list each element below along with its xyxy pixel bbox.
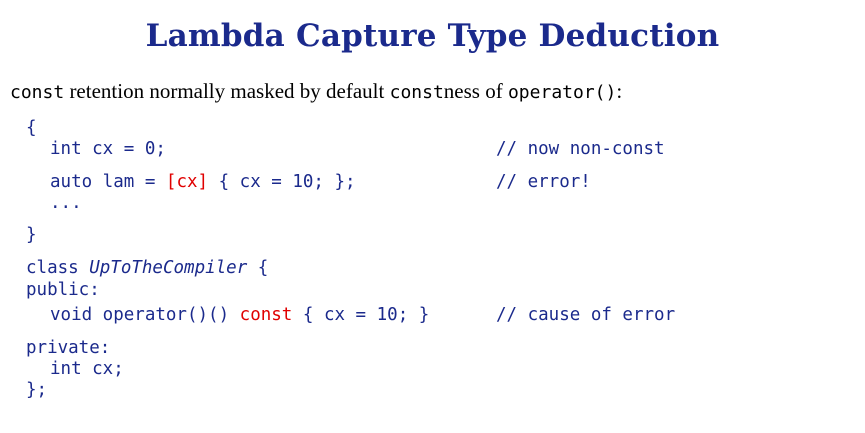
subtitle-text-1: retention normally masked by default (64, 79, 390, 103)
code-comment-cause-of-error: // cause of error (496, 305, 676, 325)
code-line-int-cx: int cx = 0; (50, 139, 166, 159)
code-lam-decl: auto lam = (50, 172, 166, 192)
subtitle-code-constness: const (389, 82, 444, 103)
code-comment-now-non-const: // now non-const (496, 139, 665, 159)
code-lam-body: { cx = 10; }; (208, 172, 356, 192)
subtitle-text-3: : (616, 79, 623, 103)
code-const-qualifier: const (239, 305, 293, 325)
subtitle-code-const: const (10, 82, 65, 103)
code-capture-list: [cx] (165, 172, 209, 192)
code-line-ellipsis: ... (50, 193, 82, 213)
slide-title: Lambda Capture Type Deduction (145, 18, 720, 54)
code-line-class-decl: class UpToTheCompiler { (26, 258, 268, 278)
code-comment-error: // error! (496, 172, 591, 192)
code-line-open-brace: { (26, 118, 37, 138)
code-line-int-cx-member: int cx; (50, 359, 124, 379)
slide-subtitle: const retention normally masked by defau… (10, 79, 622, 104)
code-operator-body: { cx = 10; } (292, 305, 430, 325)
subtitle-code-operator: operator() (507, 82, 617, 103)
code-line-close-brace: } (26, 225, 37, 245)
code-line-public: public: (26, 280, 100, 300)
code-class-open: { (247, 258, 269, 278)
code-line-private: private: (26, 338, 111, 358)
code-class-name: UpToTheCompiler (89, 258, 248, 278)
code-line-auto-lam: auto lam = [cx] { cx = 10; }; (50, 172, 356, 192)
code-line-operator-decl: void operator()() const { cx = 10; } (50, 305, 429, 325)
code-operator-sig: void operator()() (50, 305, 240, 325)
subtitle-text-2: ness of (443, 79, 508, 103)
code-class-keyword: class (26, 258, 90, 278)
code-line-class-close: }; (26, 380, 48, 400)
